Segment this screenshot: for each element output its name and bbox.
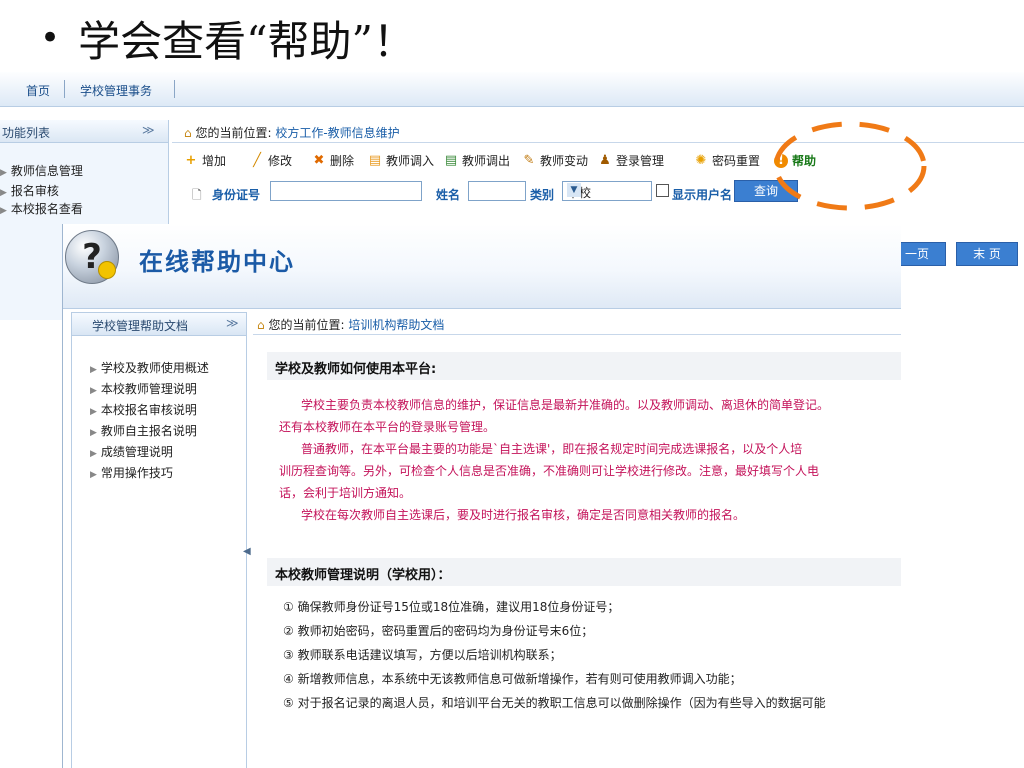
manage-item: ② 教师初始密码，密码重置后的密码均为身份证号末6位； bbox=[283, 624, 594, 638]
help-sidebar-header: 学校管理帮助文档 ≫ bbox=[72, 313, 246, 336]
slide-title: • 学会查看“帮助”！ bbox=[40, 8, 415, 68]
teacher-export-button[interactable]: ▤ 教师调出 bbox=[444, 152, 510, 169]
usage-paragraph: 普通教师，在本平台最主要的功能是`自主选课'，即在报名规定时间完成选课报名，以及… bbox=[301, 442, 803, 456]
delete-button[interactable]: ✖ 删除 bbox=[312, 152, 354, 169]
nav-separator bbox=[174, 80, 175, 98]
name-label: 姓名 bbox=[436, 188, 461, 202]
help-sidebar-title: 学校管理帮助文档 bbox=[92, 319, 189, 333]
help-item-tips[interactable]: ▶ 常用操作技巧 bbox=[90, 464, 173, 481]
sidebar-item-teacher-info[interactable]: ▶ 教师信息管理 bbox=[0, 162, 83, 179]
question-mark-icon: ? bbox=[65, 230, 119, 284]
help-title: 在线帮助中心 bbox=[139, 248, 295, 276]
usage-paragraph: 还有本校教师在本平台的登录账号管理。 bbox=[279, 420, 496, 434]
edit-button[interactable]: ╱ 修改 bbox=[250, 152, 292, 169]
usage-paragraph: 学校主要负责本校教师信息的维护，保证信息是最新并准确的。以及教师调动、离退休的简… bbox=[301, 398, 830, 412]
sidebar-item-enroll-view[interactable]: ▶ 本校报名查看 bbox=[0, 200, 83, 217]
help-breadcrumb: ⌂ 您的当前位置: 培训机构帮助文档 bbox=[253, 312, 901, 335]
help-breadcrumb-link[interactable]: 培训机构帮助文档 bbox=[348, 318, 444, 332]
type-label: 类别 bbox=[530, 188, 555, 202]
title-text: 学会查看“帮助”！ bbox=[78, 16, 416, 66]
gear-icon: ✺ bbox=[695, 152, 707, 168]
help-header: ? 在线帮助中心 bbox=[63, 224, 901, 309]
help-item-grades[interactable]: ▶ 成绩管理说明 bbox=[90, 443, 173, 460]
nav-tab-school-affairs[interactable]: 学校管理事务 bbox=[80, 82, 152, 99]
nav-tab-home[interactable]: 首页 bbox=[26, 82, 50, 99]
delete-x-icon: ✖ bbox=[313, 152, 325, 168]
show-username-label: 显示用户名 bbox=[672, 188, 733, 202]
section-teacher-manage-header: 本校教师管理说明（学校用）： bbox=[267, 558, 901, 586]
import-icon: ▤ bbox=[368, 152, 382, 168]
collapse-left-icon[interactable]: ◀ bbox=[243, 546, 251, 557]
help-item-enroll-review[interactable]: ▶ 本校报名审核说明 bbox=[90, 401, 197, 418]
help-content: ⌂ 您的当前位置: 培训机构帮助文档 学校及教师如何使用本平台: 学校主要负责本… bbox=[253, 312, 901, 768]
breadcrumb-link[interactable]: 校方工作-教师信息维护 bbox=[275, 126, 399, 140]
manage-item: ① 确保教师身份证号15位或18位准确，建议用18位身份证号； bbox=[283, 600, 620, 614]
wrench-icon: ✎ bbox=[523, 152, 535, 168]
title-bullet: • bbox=[40, 18, 61, 58]
nav-separator bbox=[64, 80, 65, 98]
home-icon: ⌂ bbox=[257, 318, 265, 332]
sidebar-header: 功能列表 ≫ bbox=[0, 120, 168, 143]
top-nav-bar: 首页 学校管理事务 bbox=[0, 72, 1024, 107]
pencil-icon: ╱ bbox=[253, 152, 261, 168]
usage-paragraph: 训历程查询等。另外，可检查个人信息是否准确，不准确则可让学校进行修改。注意，最好… bbox=[279, 464, 820, 478]
login-manage-button[interactable]: ♟ 登录管理 bbox=[598, 152, 664, 169]
manage-item: ④ 新增教师信息，本系统中无该教师信息可做新增操作，若有则可使用教师调入功能； bbox=[283, 672, 742, 686]
usage-paragraph: 话，会利于培训方通知。 bbox=[279, 486, 412, 500]
document-icon: 🗋 bbox=[192, 188, 202, 202]
id-input[interactable] bbox=[270, 181, 422, 201]
home-icon: ⌂ bbox=[184, 126, 192, 140]
chevron-down-icon: ▼ bbox=[567, 183, 581, 197]
help-item-teacher-manage[interactable]: ▶ 本校教师管理说明 bbox=[90, 380, 197, 397]
section-usage-header: 学校及教师如何使用本平台: bbox=[267, 352, 901, 380]
sidebar-item-enroll-review[interactable]: ▶ 报名审核 bbox=[0, 182, 59, 199]
plus-icon: + bbox=[185, 152, 197, 168]
add-button[interactable]: + 增加 bbox=[184, 152, 226, 169]
export-icon: ▤ bbox=[444, 152, 458, 168]
sidebar-title: 功能列表 bbox=[2, 126, 51, 140]
help-item-self-enroll[interactable]: ▶ 教师自主报名说明 bbox=[90, 422, 197, 439]
manage-item: ③ 教师联系电话建议填写，方便以后培训机构联系； bbox=[283, 648, 562, 662]
last-page-button[interactable]: 末 页 bbox=[956, 242, 1018, 266]
collapse-icon[interactable]: ≫ bbox=[226, 316, 239, 330]
usage-paragraph: 学校在每次教师自主选课后，要及时进行报名审核，确定是否同意相关教师的报名。 bbox=[301, 508, 746, 522]
help-sidebar: 学校管理帮助文档 ≫ ▶ 学校及教师使用概述 ▶ 本校教师管理说明 ▶ 本校报名审核说… bbox=[71, 312, 247, 768]
help-window: ? 在线帮助中心 学校管理帮助文档 ≫ ▶ 学校及教师使用概述 ▶ 本校教师管理说明… bbox=[62, 224, 901, 768]
login-icon: ♟ bbox=[599, 152, 611, 168]
teacher-import-button[interactable]: ▤ 教师调入 bbox=[368, 152, 434, 169]
id-label: 身份证号 bbox=[212, 188, 261, 202]
collapse-icon[interactable]: ≫ bbox=[142, 123, 155, 137]
name-input[interactable] bbox=[468, 181, 526, 201]
help-item-overview[interactable]: ▶ 学校及教师使用概述 bbox=[90, 359, 209, 376]
teacher-change-button[interactable]: ✎ 教师变动 bbox=[522, 152, 588, 169]
type-select[interactable]: 本校▼ bbox=[562, 181, 652, 201]
help-highlight-circle bbox=[773, 121, 927, 211]
password-reset-button[interactable]: ✺ 密码重置 bbox=[694, 152, 760, 169]
manage-item: ⑤ 对于报名记录的离退人员，和培训平台无关的教职工信息可以做删除操作（因为有些导… bbox=[283, 696, 826, 710]
show-username-checkbox[interactable] bbox=[656, 184, 669, 197]
